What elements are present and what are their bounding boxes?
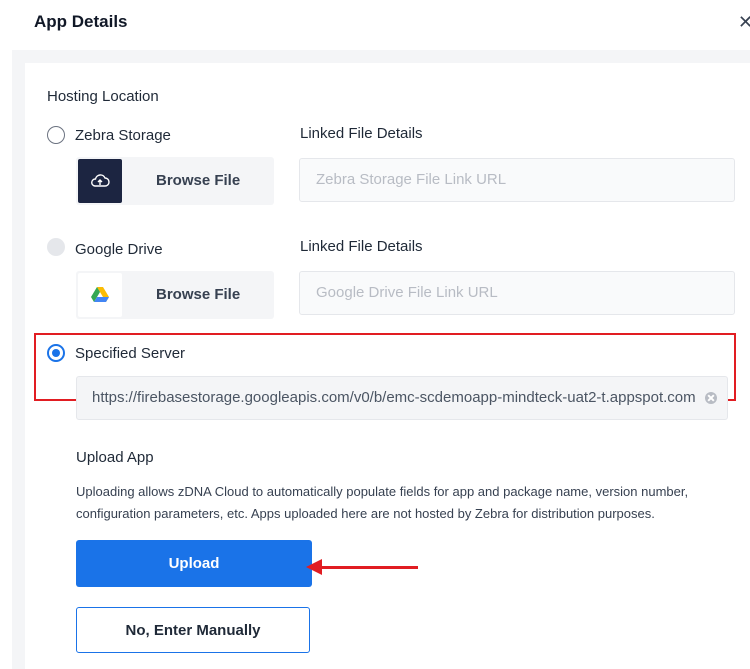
dialog-header: App Details ✕ bbox=[0, 0, 750, 50]
zebra-browse-file-button[interactable]: Browse File bbox=[76, 157, 274, 205]
zebra-storage-radio[interactable] bbox=[47, 126, 65, 144]
google-drive-icon bbox=[78, 273, 122, 317]
google-browse-file-label: Browse File bbox=[156, 286, 241, 303]
zebra-linked-file-label: Linked File Details bbox=[300, 125, 423, 142]
specified-server-label: Specified Server bbox=[75, 345, 186, 362]
zebra-browse-file-label: Browse File bbox=[156, 172, 241, 189]
annotation-arrow-head bbox=[306, 559, 322, 575]
google-linked-file-label: Linked File Details bbox=[300, 238, 423, 255]
zebra-file-link-input[interactable]: Zebra Storage File Link URL bbox=[299, 158, 735, 202]
google-drive-radio[interactable] bbox=[47, 238, 65, 256]
google-browse-file-button[interactable]: Browse File bbox=[76, 271, 274, 319]
google-drive-label: Google Drive bbox=[75, 241, 163, 258]
annotation-arrow-line bbox=[318, 566, 418, 569]
clear-icon[interactable] bbox=[705, 392, 717, 404]
enter-manually-button[interactable]: No, Enter Manually bbox=[76, 607, 310, 653]
google-file-link-input[interactable]: Google Drive File Link URL bbox=[299, 271, 735, 315]
upload-app-description: Uploading allows zDNA Cloud to automatic… bbox=[76, 484, 689, 521]
upload-app-title: Upload App bbox=[76, 449, 154, 466]
zebra-storage-label: Zebra Storage bbox=[75, 127, 171, 144]
server-url-value: https://firebasestorage.googleapis.com/v… bbox=[92, 389, 696, 406]
server-url-input[interactable]: https://firebasestorage.googleapis.com/v… bbox=[76, 376, 728, 420]
hosting-location-label: Hosting Location bbox=[47, 88, 159, 105]
upload-button[interactable]: Upload bbox=[76, 540, 312, 587]
dialog-title: App Details bbox=[34, 12, 128, 31]
specified-server-radio[interactable] bbox=[47, 344, 65, 362]
cloud-upload-icon bbox=[78, 159, 122, 203]
close-icon[interactable]: ✕ bbox=[738, 12, 750, 32]
